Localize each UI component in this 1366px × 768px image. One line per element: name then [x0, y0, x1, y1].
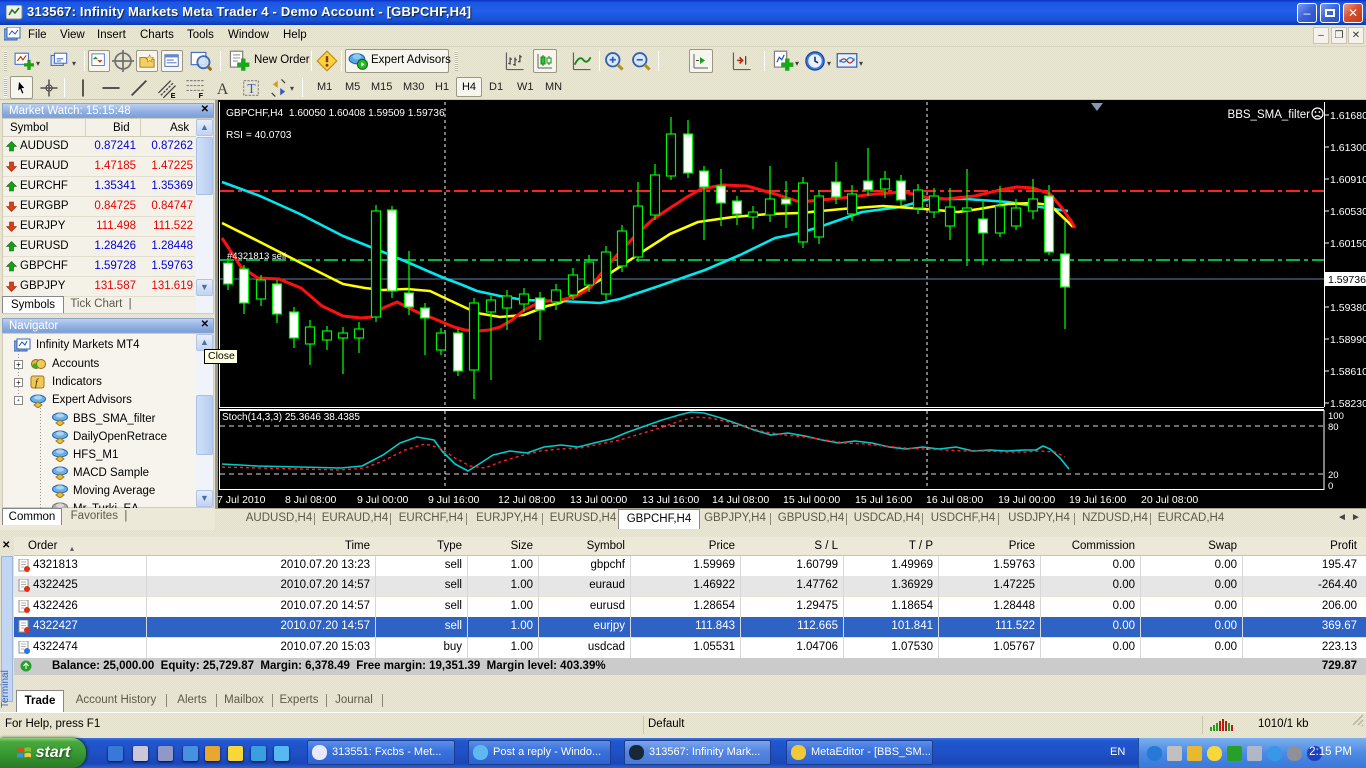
svg-text:1.59380: 1.59380 — [1330, 302, 1366, 314]
svg-text:Stoch(14,3,3) 25.3646 38.4385: Stoch(14,3,3) 25.3646 38.4385 — [222, 412, 360, 423]
svg-text:E: E — [171, 91, 176, 99]
svg-text:A: A — [217, 81, 229, 98]
svg-text:16 Jul 08:00: 16 Jul 08:00 — [926, 494, 983, 506]
svg-text:12 Jul 08:00: 12 Jul 08:00 — [498, 494, 555, 506]
svg-text:F: F — [199, 91, 204, 99]
svg-text:RSI = 40.0703: RSI = 40.0703 — [226, 130, 292, 141]
svg-text:BBS_SMA_filter: BBS_SMA_filter — [1228, 109, 1311, 121]
svg-text:1.58610: 1.58610 — [1330, 366, 1366, 378]
svg-text:15 Jul 16:00: 15 Jul 16:00 — [855, 494, 912, 506]
svg-text:9 Jul 00:00: 9 Jul 00:00 — [357, 494, 409, 506]
svg-text:14 Jul 08:00: 14 Jul 08:00 — [712, 494, 769, 506]
svg-text:0: 0 — [1328, 481, 1333, 492]
svg-text:1.58230: 1.58230 — [1330, 398, 1366, 410]
svg-text:100: 100 — [1328, 411, 1344, 422]
svg-text:1.60910: 1.60910 — [1330, 174, 1366, 186]
svg-text:1.61680: 1.61680 — [1330, 110, 1366, 122]
svg-text:1.61300: 1.61300 — [1330, 142, 1366, 154]
svg-text:80: 80 — [1328, 422, 1339, 433]
svg-text:1.60530: 1.60530 — [1330, 206, 1366, 218]
svg-text:9 Jul 16:00: 9 Jul 16:00 — [428, 494, 480, 506]
svg-text:GBPCHF,H4 1.60050 1.60408 1.5: GBPCHF,H4 1.60050 1.60408 1.59509 1.5973… — [226, 108, 445, 119]
svg-text:13 Jul 00:00: 13 Jul 00:00 — [570, 494, 627, 506]
svg-text:19 Jul 16:00: 19 Jul 16:00 — [1069, 494, 1126, 506]
svg-text:1.60150: 1.60150 — [1330, 238, 1366, 250]
svg-text:7 Jul 2010: 7 Jul 2010 — [217, 494, 266, 506]
svg-text:8 Jul 08:00: 8 Jul 08:00 — [285, 494, 337, 506]
svg-text:15 Jul 00:00: 15 Jul 00:00 — [783, 494, 840, 506]
svg-text:19 Jul 00:00: 19 Jul 00:00 — [998, 494, 1055, 506]
svg-text:#4321813 sell: #4321813 sell — [227, 251, 286, 262]
svg-text:T: T — [247, 81, 255, 96]
svg-text:1.59736: 1.59736 — [1328, 274, 1366, 286]
svg-text:20 Jul 08:00: 20 Jul 08:00 — [1141, 494, 1198, 506]
svg-text:1.58990: 1.58990 — [1330, 334, 1366, 346]
svg-text:13 Jul 16:00: 13 Jul 16:00 — [642, 494, 699, 506]
svg-text:20: 20 — [1328, 470, 1339, 481]
